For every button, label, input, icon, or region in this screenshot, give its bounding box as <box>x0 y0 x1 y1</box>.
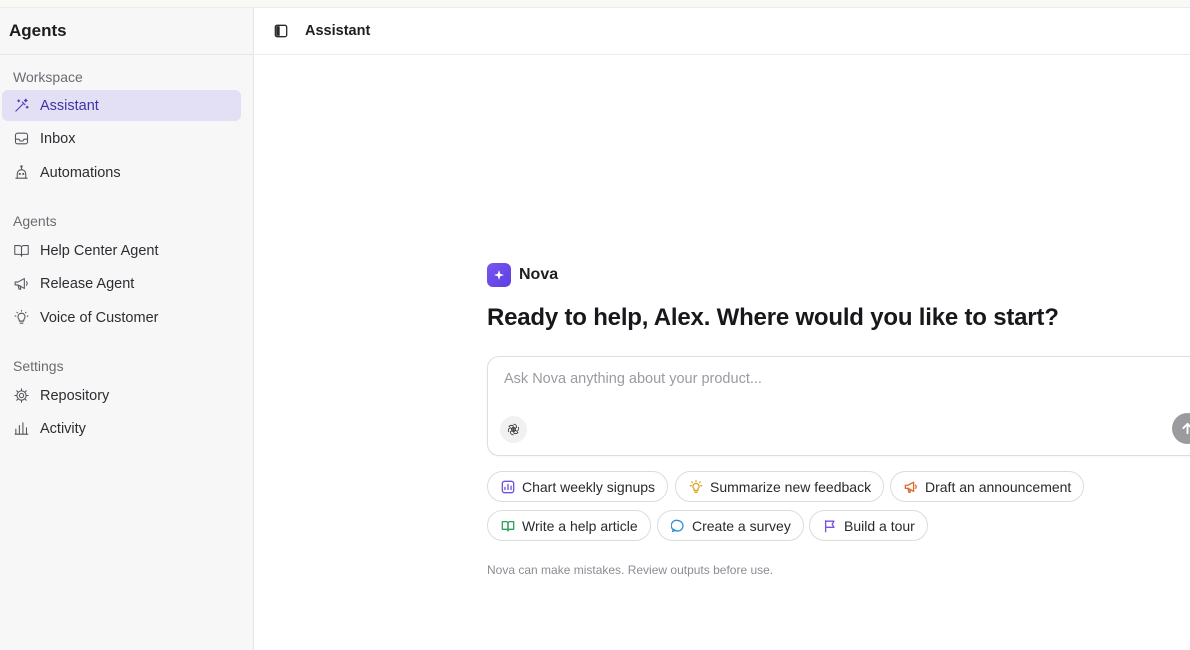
sidebar: Agents Workspace Assistant Inbox Automat… <box>0 8 254 650</box>
brand-row: Nova <box>487 263 1190 287</box>
book-open-icon <box>500 518 515 533</box>
sidebar-item-label: Automations <box>40 164 121 181</box>
inbox-icon <box>13 130 30 147</box>
suggestion-chart-weekly-signups[interactable]: Chart weekly signups <box>487 471 669 502</box>
sidebar-item-help-center-agent[interactable]: Help Center Agent <box>2 235 241 266</box>
suggestion-label: Chart weekly signups <box>522 478 656 495</box>
suggestion-write-a-help-article[interactable]: Write a help article <box>487 510 651 541</box>
sidebar-title: Agents <box>9 21 67 40</box>
sidebar-header: Agents <box>0 8 253 55</box>
sparkle-logo-icon <box>487 263 511 287</box>
assistant-name: Nova <box>519 266 559 283</box>
flag-icon <box>822 518 837 533</box>
greeting-heading: Ready to help, Alex. Where would you lik… <box>487 304 1059 331</box>
bot-icon <box>13 164 30 181</box>
bar-chart-icon <box>13 420 30 437</box>
megaphone-icon <box>13 275 30 292</box>
sidebar-item-label: Activity <box>40 420 86 437</box>
prompt-input[interactable] <box>504 371 1104 387</box>
suggestion-label: Create a survey <box>692 517 791 534</box>
sidebar-item-label: Voice of Customer <box>40 309 159 326</box>
sidebar-item-label: Release Agent <box>40 275 135 292</box>
page-title: Assistant <box>305 23 371 39</box>
disclaimer-text: Nova can make mistakes. Review outputs b… <box>487 563 774 577</box>
suggestion-label: Summarize new feedback <box>710 478 872 495</box>
section-label-settings: Settings <box>13 358 64 374</box>
megaphone-icon <box>903 479 918 494</box>
sidebar-item-label: Repository <box>40 387 110 404</box>
suggestion-draft-an-announcement[interactable]: Draft an announcement <box>890 471 1085 502</box>
send-button[interactable] <box>1172 413 1190 444</box>
suggestion-label: Build a tour <box>844 517 915 534</box>
sidebar-item-inbox[interactable]: Inbox <box>2 123 241 154</box>
sidebar-item-label: Inbox <box>40 130 76 147</box>
lightbulb-icon <box>13 309 30 326</box>
chat-bubble-icon <box>670 518 685 533</box>
sidebar-item-voice-of-customer[interactable]: Voice of Customer <box>2 302 241 333</box>
wand-icon <box>13 97 30 114</box>
section-label-agents: Agents <box>13 213 57 229</box>
suggestion-label: Write a help article <box>522 517 638 534</box>
suggestion-label: Draft an announcement <box>925 478 1072 495</box>
book-open-icon <box>13 242 30 259</box>
sidebar-item-automations[interactable]: Automations <box>2 157 241 188</box>
section-label-workspace: Workspace <box>13 69 83 85</box>
chart-icon <box>500 479 515 494</box>
assistant-content: Nova Ready to help, Alex. Where would yo… <box>487 263 1190 577</box>
main-header: Assistant <box>255 8 1190 55</box>
suggestion-create-a-survey[interactable]: Create a survey <box>657 510 804 541</box>
top-strip <box>0 0 1190 8</box>
sidebar-item-release-agent[interactable]: Release Agent <box>2 268 241 299</box>
sidebar-item-repository[interactable]: Repository <box>2 380 241 411</box>
suggestion-summarize-new-feedback[interactable]: Summarize new feedback <box>675 471 885 502</box>
prompt-composer <box>487 356 1190 456</box>
gear-icon <box>13 387 30 404</box>
main-panel: Assistant Nova Ready to help, Alex. Wher… <box>255 8 1190 650</box>
sidebar-item-activity[interactable]: Activity <box>2 413 241 444</box>
sidebar-item-label: Help Center Agent <box>40 242 159 259</box>
panel-left-icon[interactable] <box>273 23 289 39</box>
suggestion-build-a-tour[interactable]: Build a tour <box>809 510 928 541</box>
sidebar-item-label: Assistant <box>40 97 99 114</box>
lightbulb-icon <box>688 479 703 494</box>
arrow-up-icon <box>1182 422 1190 435</box>
sidebar-item-assistant[interactable]: Assistant <box>2 90 241 121</box>
openai-icon[interactable] <box>500 416 527 443</box>
